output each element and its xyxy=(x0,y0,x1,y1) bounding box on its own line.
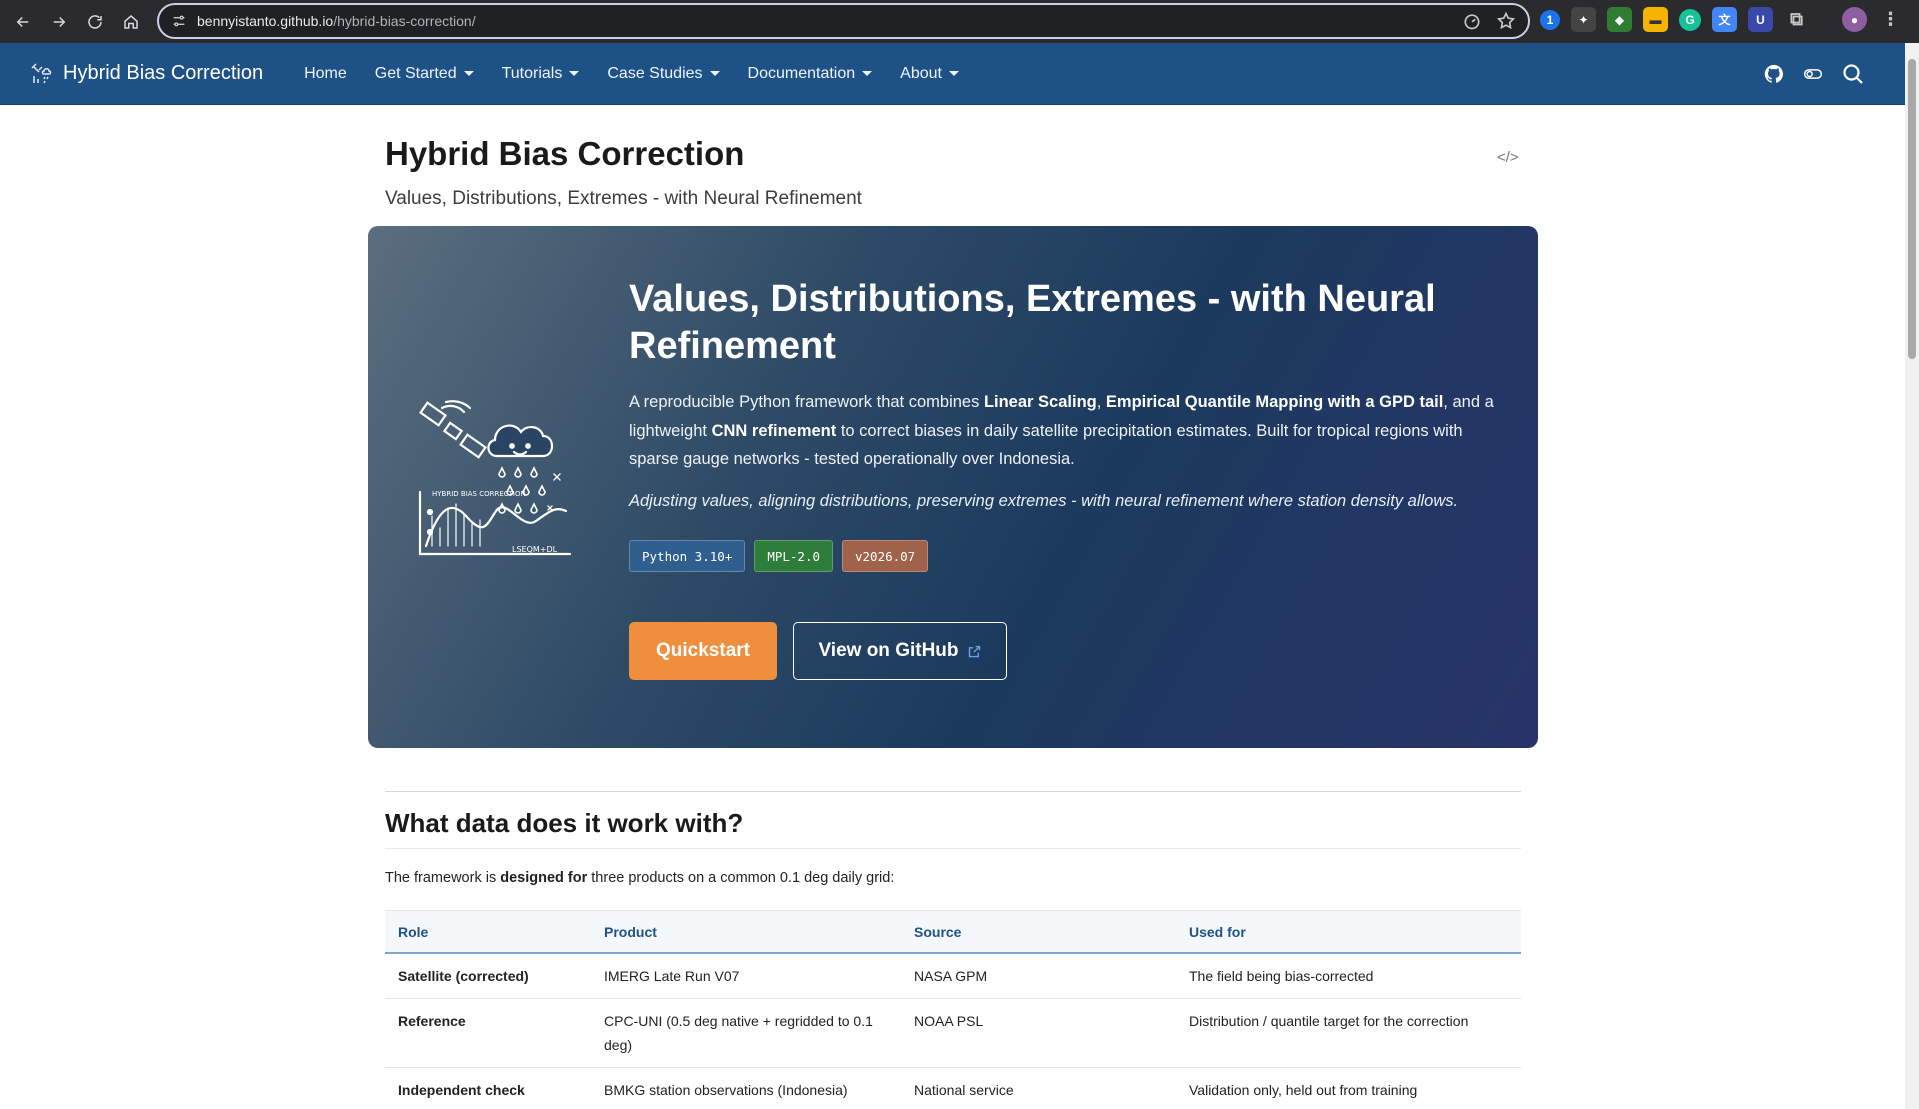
back-icon[interactable] xyxy=(5,4,41,40)
column-header[interactable]: Role xyxy=(385,924,591,940)
section-intro: The framework is designed for three prod… xyxy=(385,870,895,886)
table-cell: Distribution / quantile target for the c… xyxy=(1189,1013,1469,1029)
github-icon[interactable] xyxy=(1763,63,1785,85)
table-row: Independent check BMKG station observati… xyxy=(385,1068,1521,1109)
table-cell: Independent check xyxy=(398,1082,525,1098)
page-scrollbar[interactable] xyxy=(1905,43,1919,1109)
satellite-rain-illustration: HYBRID BIAS CORRECTION LSEQM+DL xyxy=(418,400,572,556)
cast-icon[interactable] xyxy=(1462,11,1482,31)
nav-case-studies-label: Case Studies xyxy=(607,64,703,82)
hero-banner: HYBRID BIAS CORRECTION LSEQM+DL Values, … xyxy=(368,226,1538,748)
nav-documentation[interactable]: Documentation xyxy=(734,65,887,83)
browser-toolbar: bennyistanto.github.io/hybrid-bias-corre… xyxy=(0,0,1919,43)
nav-about-label: About xyxy=(900,64,942,82)
quickstart-button[interactable]: Quickstart xyxy=(629,622,777,680)
table-row: Satellite (corrected) IMERG Late Run V07… xyxy=(385,954,1521,999)
badge-row: Python 3.10+ MPL-2.0 v2026.07 xyxy=(629,540,929,572)
table-cell: NOAA PSL xyxy=(914,1013,984,1029)
nav-tutorials-label: Tutorials xyxy=(501,64,563,82)
table-cell: The field being bias-corrected xyxy=(1189,968,1374,984)
brand-link[interactable]: Hybrid Bias Correction xyxy=(30,62,263,86)
nav-get-started[interactable]: Get Started xyxy=(361,65,488,83)
search-icon[interactable] xyxy=(1841,62,1865,86)
reload-icon[interactable] xyxy=(77,4,113,40)
shield-icon[interactable]: U xyxy=(1748,7,1773,32)
column-header[interactable]: Product xyxy=(591,924,901,940)
password-manager-icon[interactable]: 1 xyxy=(1540,9,1560,30)
illustration-brand-text: HYBRID BIAS CORRECTION xyxy=(432,490,526,498)
quickstart-label: Quickstart xyxy=(656,640,750,661)
extension-icon[interactable]: ◆ xyxy=(1607,7,1632,32)
translate-icon[interactable]: 文 xyxy=(1712,7,1737,32)
extensions-puzzle-icon[interactable]: ⧉ xyxy=(1784,7,1809,32)
column-header[interactable]: Source xyxy=(901,924,1176,940)
caret-down-icon xyxy=(709,71,720,76)
folder-icon[interactable]: ▬ xyxy=(1643,7,1668,32)
bookmark-star-icon[interactable] xyxy=(1496,11,1516,31)
table-cell: BMKG station observations (Indonesia) xyxy=(604,1082,848,1098)
table-cell: Reference xyxy=(398,1013,466,1029)
page-subtitle: Values, Distributions, Extremes - with N… xyxy=(385,188,862,209)
url-text: bennyistanto.github.io/hybrid-bias-corre… xyxy=(197,13,476,29)
table-row: Reference CPC-UNI (0.5 deg native + regr… xyxy=(385,999,1521,1068)
heading-underline xyxy=(385,848,1521,849)
main-menu: Home Get Started Tutorials Case Studies … xyxy=(290,65,973,83)
table-cell: CPC-UNI (0.5 deg native + regridded to 0… xyxy=(604,1013,873,1053)
table-header: Role Product Source Used for xyxy=(385,910,1521,954)
version-badge[interactable]: v2026.07 xyxy=(842,540,929,572)
table-cell: National service xyxy=(914,1082,1014,1098)
table-cell: IMERG Late Run V07 xyxy=(604,968,740,984)
theme-toggle-icon[interactable] xyxy=(1803,64,1823,84)
nav-get-started-label: Get Started xyxy=(374,64,457,82)
nav-tutorials[interactable]: Tutorials xyxy=(488,65,594,83)
caret-down-icon xyxy=(948,71,959,76)
address-bar[interactable]: bennyistanto.github.io/hybrid-bias-corre… xyxy=(157,3,1530,39)
site-navbar: Hybrid Bias Correction Home Get Started … xyxy=(0,43,1905,105)
github-button-label: View on GitHub xyxy=(818,640,959,661)
logo-icon xyxy=(31,62,52,83)
caret-down-icon xyxy=(463,71,474,76)
illustration-formula-text: LSEQM+DL xyxy=(512,545,558,554)
avatar[interactable]: ● xyxy=(1842,7,1867,32)
caret-down-icon xyxy=(569,71,580,76)
table-cell: Satellite (corrected) xyxy=(398,968,529,984)
scrollbar-thumb[interactable] xyxy=(1908,59,1916,359)
caret-down-icon xyxy=(862,71,873,76)
license-badge[interactable]: MPL-2.0 xyxy=(754,540,833,572)
hero-heading: Values, Distributions, Extremes - with N… xyxy=(629,278,1436,367)
site-settings-icon[interactable] xyxy=(171,13,187,29)
section-heading: What data does it work with? xyxy=(385,808,744,838)
more-menu-icon[interactable]: ⋮ xyxy=(1878,7,1903,32)
code-toggle-icon[interactable]: </> xyxy=(1497,149,1519,167)
column-header[interactable]: Used for xyxy=(1176,924,1521,940)
nav-case-studies[interactable]: Case Studies xyxy=(593,65,733,83)
nav-home[interactable]: Home xyxy=(290,65,361,83)
nav-documentation-label: Documentation xyxy=(747,64,856,82)
python-version-badge[interactable]: Python 3.10+ xyxy=(629,540,746,572)
brand-title: Hybrid Bias Correction xyxy=(63,62,264,84)
nav-home-label: Home xyxy=(304,64,347,82)
section-divider xyxy=(385,791,1521,792)
table-cell: Validation only, held out from training xyxy=(1189,1082,1418,1098)
home-icon[interactable] xyxy=(113,4,149,40)
page-title: Hybrid Bias Correction xyxy=(385,135,745,172)
external-link-icon xyxy=(968,645,980,657)
data-products-table: Role Product Source Used for Satellite (… xyxy=(385,910,1521,1109)
hero-tagline: Adjusting values, aligning distributions… xyxy=(629,492,1459,510)
table-cell: NASA GPM xyxy=(914,968,988,984)
hero-description: A reproducible Python framework that com… xyxy=(629,393,1494,468)
extension-icon[interactable]: ✦ xyxy=(1571,7,1596,32)
view-on-github-button[interactable]: View on GitHub xyxy=(793,622,1007,680)
grammarly-icon[interactable]: G xyxy=(1679,8,1701,31)
nav-about[interactable]: About xyxy=(886,65,973,83)
forward-icon[interactable] xyxy=(41,4,77,40)
